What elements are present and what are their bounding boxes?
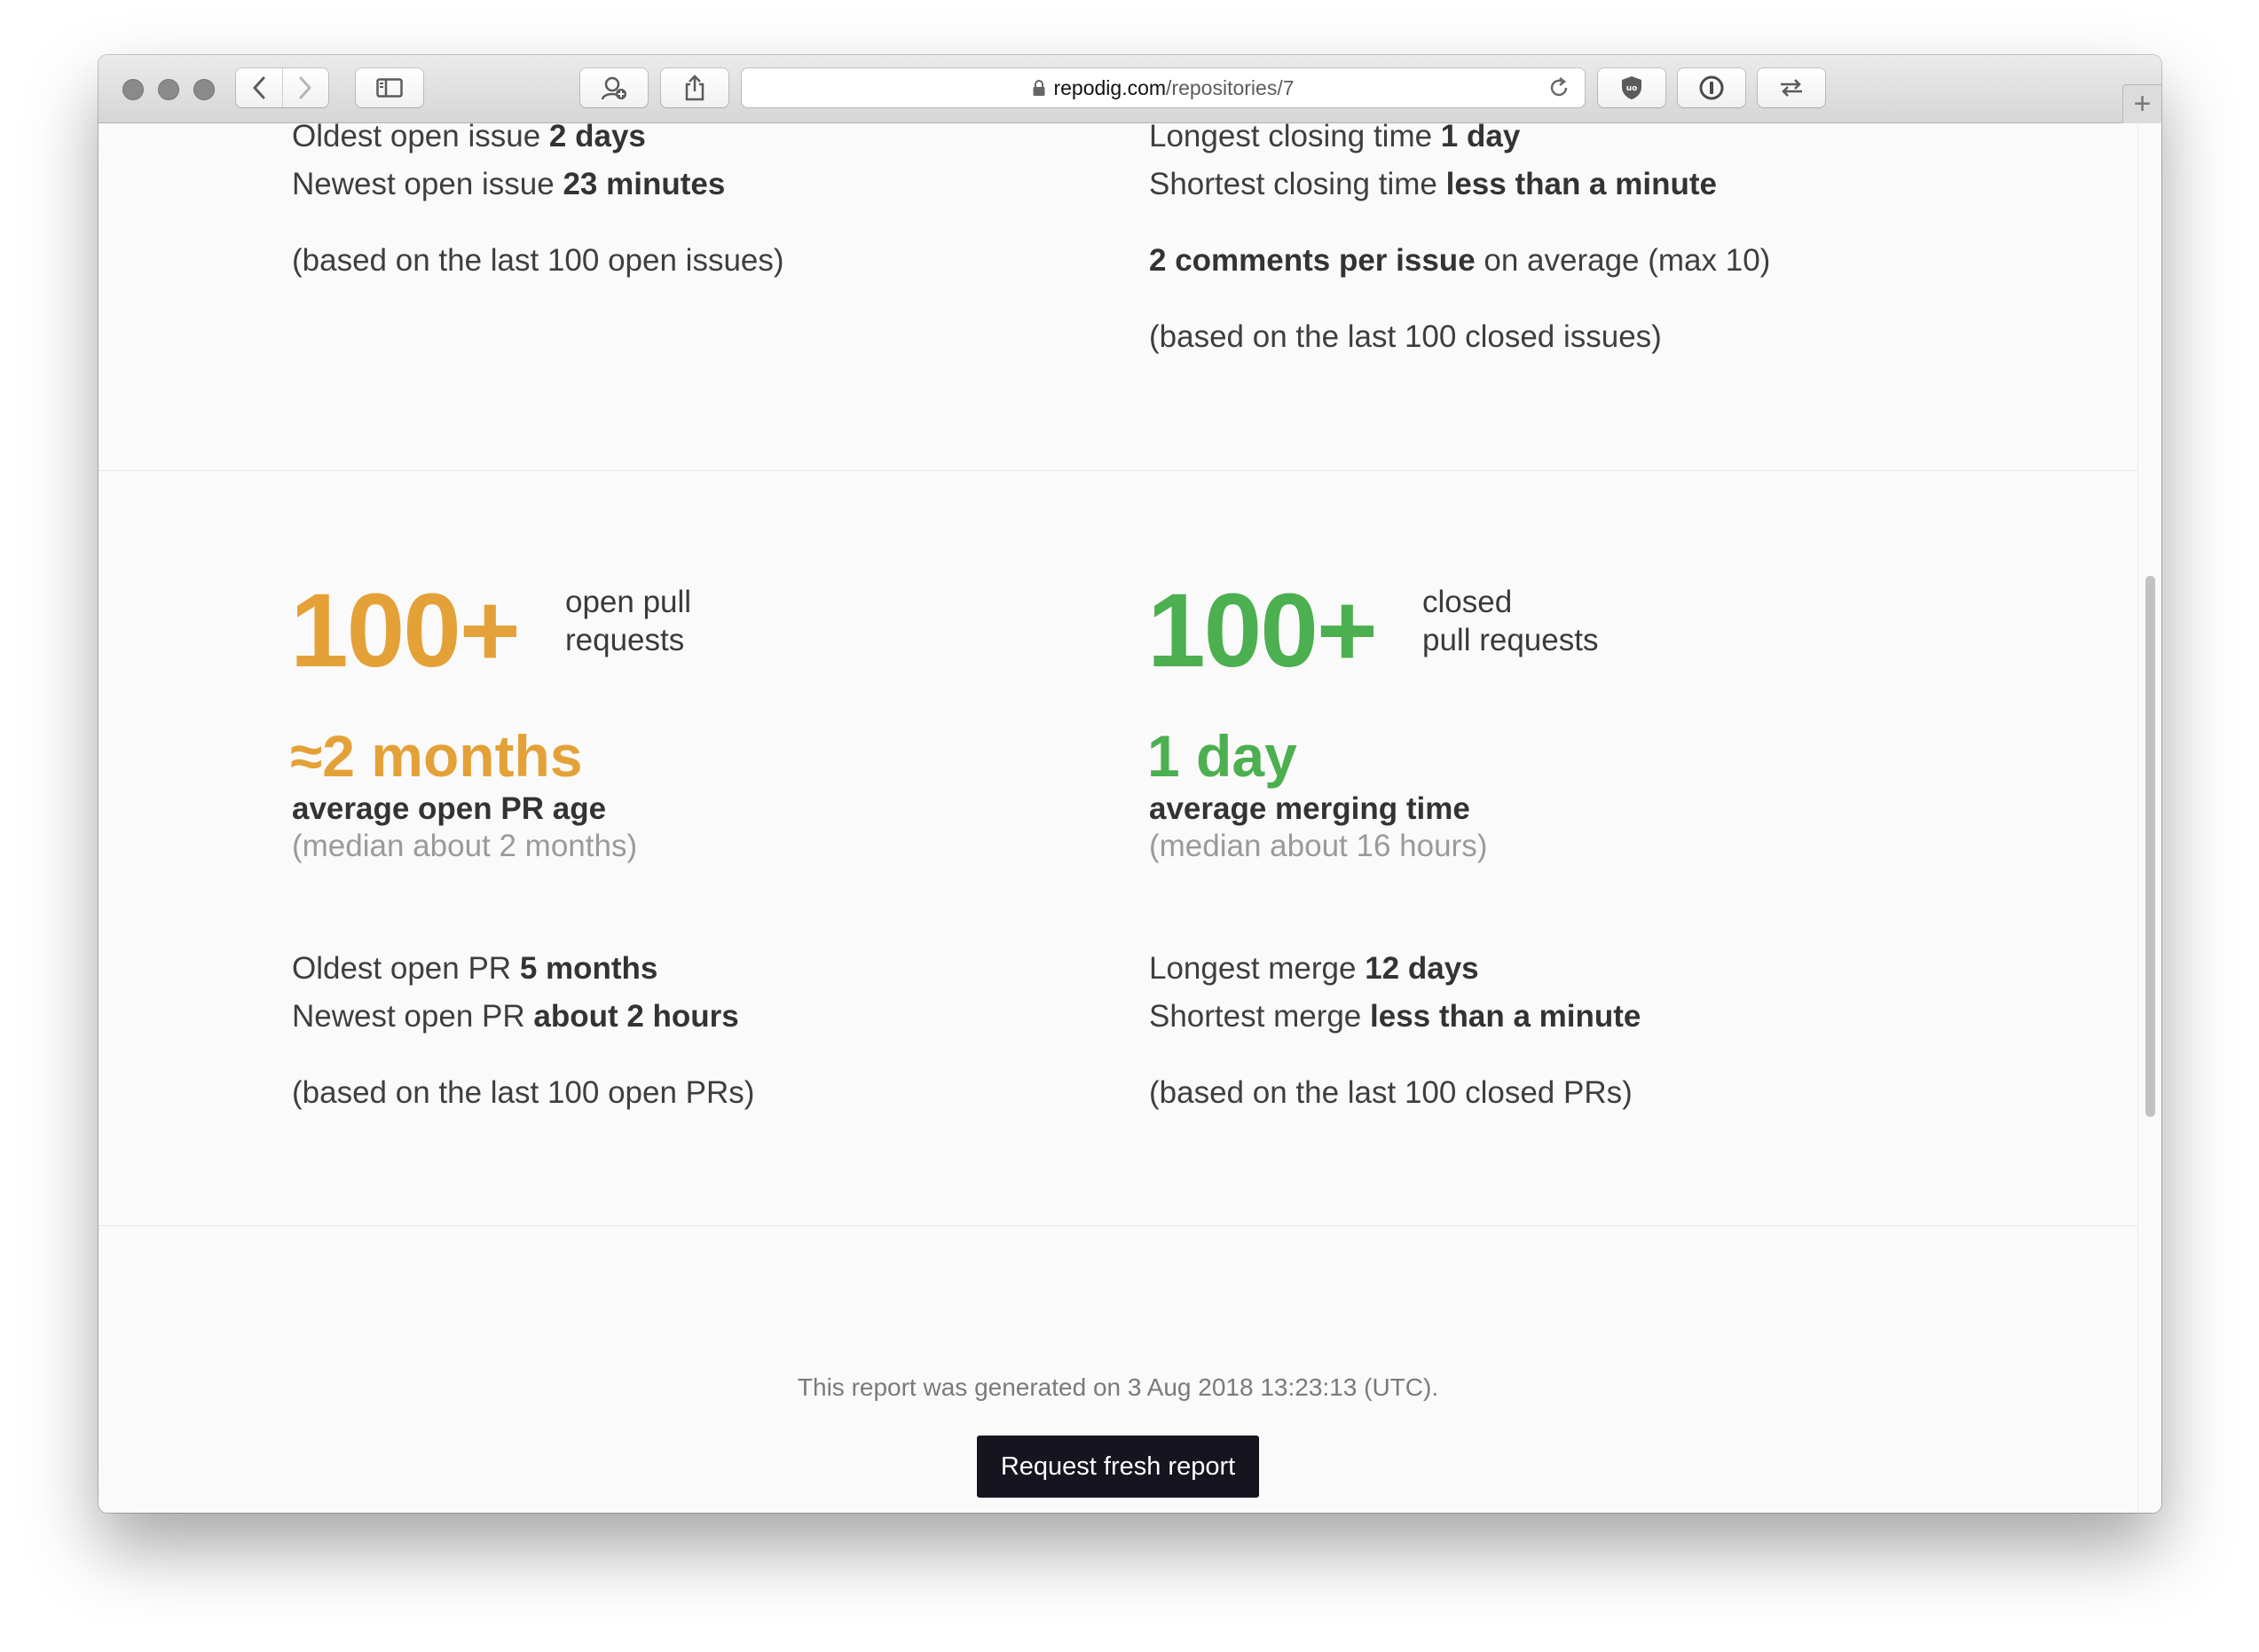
open-pr-median: (median about 2 months) [292, 829, 638, 863]
oldest-open-issue: Oldest open issue 2 days [292, 123, 646, 153]
share-icon [685, 75, 704, 101]
longest-closing-time: Longest closing time 1 day [1149, 123, 1521, 153]
closed-issues-basis: (based on the last 100 closed issues) [1149, 319, 1662, 354]
switch-button[interactable] [1758, 68, 1825, 107]
address-bar[interactable]: repodig.com/repositories/7 [742, 68, 1585, 107]
switch-icon [1781, 79, 1802, 97]
url-path: /repositories/7 [1166, 75, 1295, 99]
open-pr-average-label: average open PR age [292, 791, 607, 826]
back-button[interactable] [236, 68, 282, 107]
shortest-closing-time: Shortest closing time less than a minute [1149, 167, 1717, 201]
comments-per-issue: 2 comments per issue on average (max 10) [1149, 243, 1771, 278]
average-merging-label: average merging time [1149, 791, 1470, 826]
section-divider [98, 1225, 2137, 1226]
closed-prs-basis: (based on the last 100 closed PRs) [1149, 1075, 1633, 1110]
new-tab-button[interactable]: + [2122, 84, 2161, 123]
shortest-merge: Shortest merge less than a minute [1149, 999, 1641, 1034]
oldest-open-pr: Oldest open PR 5 months [292, 951, 658, 986]
svg-text:uo: uo [1626, 84, 1638, 93]
newest-open-pr: Newest open PR about 2 hours [292, 999, 739, 1034]
newest-open-issue: Newest open issue 23 minutes [292, 167, 726, 201]
closed-pr-count: 100+ [1147, 572, 1378, 689]
open-pr-count-label: open pull requests [565, 585, 692, 657]
url-host: repodig.com [1053, 75, 1167, 99]
sidebar-button[interactable] [356, 68, 423, 107]
back-icon [253, 76, 265, 99]
profile-button[interactable] [580, 68, 648, 107]
lock-icon [1033, 80, 1045, 96]
profile-icon [601, 76, 626, 100]
onepassword-icon [1699, 75, 1724, 100]
browser-toolbar: repodig.com/repositories/7 uo + [98, 55, 2161, 123]
ublock-button[interactable]: uo [1598, 68, 1665, 107]
report-content: Oldest open issue 2 days Newest open iss… [98, 123, 2137, 1513]
sidebar-icon [376, 78, 403, 98]
share-button[interactable] [661, 68, 728, 107]
report-generated-text: This report was generated on 3 Aug 2018 … [797, 1373, 1439, 1401]
minimize-window-button[interactable] [158, 79, 179, 100]
forward-button[interactable] [281, 68, 329, 107]
merging-median: (median about 16 hours) [1149, 829, 1488, 863]
zoom-window-button[interactable] [193, 79, 215, 100]
open-pr-average-age: ≈2 months [290, 723, 583, 789]
new-tab-icon: + [2133, 87, 2152, 121]
onepassword-button[interactable] [1678, 68, 1745, 107]
close-window-button[interactable] [122, 79, 144, 100]
vertical-scrollbar[interactable] [2137, 123, 2161, 1513]
request-fresh-report-button[interactable]: Request fresh report [977, 1436, 1259, 1498]
open-issues-basis: (based on the last 100 open issues) [292, 243, 784, 278]
navigation-buttons [236, 68, 328, 107]
longest-merge: Longest merge 12 days [1149, 951, 1479, 986]
browser-window: repodig.com/repositories/7 uo + Oldest o… [98, 55, 2161, 1513]
average-merging-time: 1 day [1147, 723, 1297, 789]
section-divider [98, 470, 2137, 471]
reload-icon[interactable] [1547, 76, 1570, 99]
ublock-icon: uo [1622, 76, 1641, 99]
open-pr-count: 100+ [290, 572, 521, 689]
forward-icon [299, 76, 311, 99]
scrollbar-thumb[interactable] [2145, 576, 2155, 1117]
open-prs-basis: (based on the last 100 open PRs) [292, 1075, 755, 1110]
closed-pr-count-label: closed pull requests [1422, 585, 1599, 657]
